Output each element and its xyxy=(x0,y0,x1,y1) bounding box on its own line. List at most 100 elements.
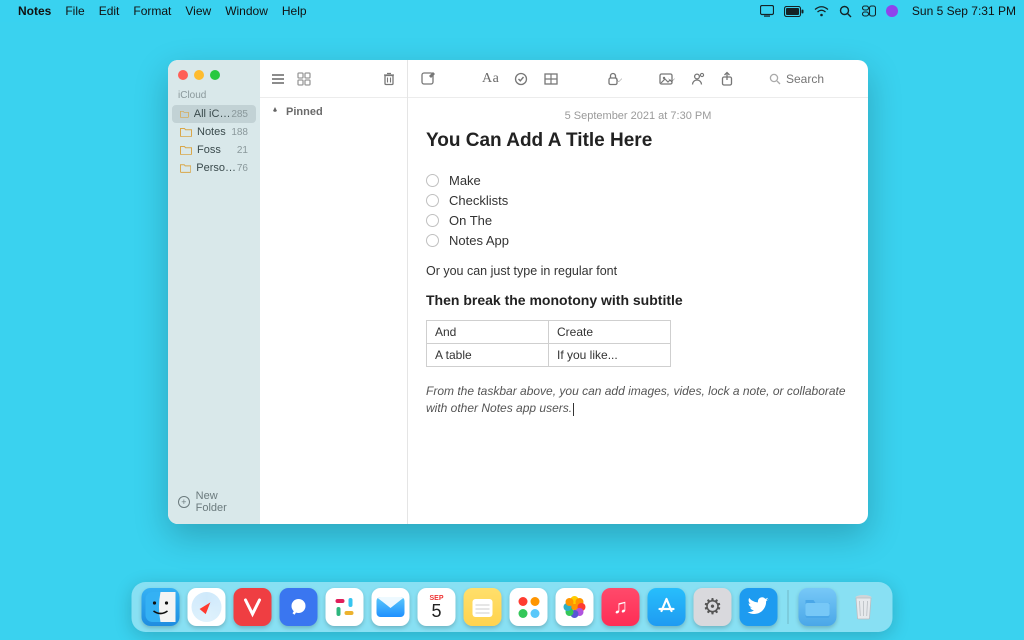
chevron-down-icon: ⌵ xyxy=(615,74,622,85)
checklist-item-text: Notes App xyxy=(449,233,509,248)
dock-trash[interactable] xyxy=(845,588,883,626)
checklist-item[interactable]: Notes App xyxy=(426,230,850,250)
dock-photos[interactable] xyxy=(556,588,594,626)
checklist-circle-icon[interactable] xyxy=(426,214,439,227)
folder-icon xyxy=(180,109,189,119)
dock-notes[interactable] xyxy=(464,588,502,626)
search-icon xyxy=(769,73,781,85)
text-cursor xyxy=(573,403,574,416)
folder-name: Foss xyxy=(197,144,221,156)
dock-twitter[interactable] xyxy=(740,588,778,626)
notes-list-column: Pinned xyxy=(260,60,408,524)
checklist-item[interactable]: Checklists xyxy=(426,190,850,210)
note-timestamp: 5 September 2021 at 7:30 PM xyxy=(426,110,850,122)
folder-count: 188 xyxy=(231,127,248,138)
close-window-button[interactable] xyxy=(178,70,188,80)
minimize-window-button[interactable] xyxy=(194,70,204,80)
table-icon[interactable] xyxy=(543,71,559,87)
dock-calendar[interactable]: SEP5 xyxy=(418,588,456,626)
folder-name: Personal xyxy=(196,162,237,174)
table-row[interactable]: A tableIf you like... xyxy=(427,344,671,367)
table-cell[interactable]: If you like... xyxy=(549,344,671,367)
dock-vivaldi[interactable] xyxy=(234,588,272,626)
dock-settings[interactable]: ⚙ xyxy=(694,588,732,626)
dock-slack[interactable] xyxy=(326,588,364,626)
dock-safari[interactable] xyxy=(188,588,226,626)
menubar: Notes File Edit Format View Window Help … xyxy=(0,0,1024,22)
search-field-wrap[interactable] xyxy=(769,72,856,86)
share-icon[interactable] xyxy=(719,71,735,87)
compose-note-icon[interactable] xyxy=(420,71,436,87)
menu-window[interactable]: Window xyxy=(225,4,268,18)
dock-music[interactable]: ♫ xyxy=(602,588,640,626)
app-status-dot-icon[interactable] xyxy=(886,5,898,17)
folder-icon xyxy=(180,127,192,137)
control-center-icon[interactable] xyxy=(862,5,876,17)
table-cell[interactable]: And xyxy=(427,321,549,344)
table-cell[interactable]: Create xyxy=(549,321,671,344)
menu-file[interactable]: File xyxy=(65,4,84,18)
folder-count: 21 xyxy=(237,145,248,156)
dock-downloads[interactable] xyxy=(799,588,837,626)
note-body-text[interactable]: Or you can just type in regular font xyxy=(426,264,850,278)
editor-toolbar: Aa ⌵ ⌵ xyxy=(408,60,868,98)
new-folder-label: New Folder xyxy=(196,490,250,514)
search-input[interactable] xyxy=(786,72,856,86)
folder-name: All iClou… xyxy=(194,108,232,120)
screen-mirror-icon[interactable] xyxy=(760,5,774,17)
calendar-day: 5 xyxy=(431,602,441,620)
spotlight-icon[interactable] xyxy=(839,5,852,18)
sidebar-section-label: iCloud xyxy=(168,88,260,105)
checklist-icon[interactable] xyxy=(513,71,529,87)
gallery-view-icon[interactable] xyxy=(296,71,312,87)
checklist-circle-icon[interactable] xyxy=(426,234,439,247)
sidebar-folder-2[interactable]: Foss 21 xyxy=(172,141,256,159)
note-title[interactable]: You Can Add A Title Here xyxy=(426,130,850,152)
checklist-circle-icon[interactable] xyxy=(426,194,439,207)
table-row[interactable]: AndCreate xyxy=(427,321,671,344)
dock-mail[interactable] xyxy=(372,588,410,626)
dock-signal[interactable] xyxy=(280,588,318,626)
sidebar-folder-1[interactable]: Notes188 xyxy=(172,123,256,141)
dock: SEP5 ♫ ⚙ xyxy=(132,582,893,632)
fullscreen-window-button[interactable] xyxy=(210,70,220,80)
chevron-down-icon: ⌵ xyxy=(668,74,675,85)
note-checklist[interactable]: MakeChecklistsOn The Notes App xyxy=(426,170,850,250)
note-italic-text[interactable]: From the taskbar above, you can add imag… xyxy=(426,383,850,418)
pinned-label: Pinned xyxy=(286,106,323,118)
menu-help[interactable]: Help xyxy=(282,4,307,18)
folder-icon xyxy=(180,145,192,155)
window-controls xyxy=(168,60,260,88)
collaborate-icon[interactable] xyxy=(689,71,705,87)
format-text-icon[interactable]: Aa xyxy=(482,71,499,87)
note-table[interactable]: AndCreateA tableIf you like... xyxy=(426,320,671,367)
battery-icon[interactable] xyxy=(784,6,804,17)
note-body[interactable]: 5 September 2021 at 7:30 PM You Can Add … xyxy=(408,98,868,524)
menu-view[interactable]: View xyxy=(185,4,211,18)
dock-finder[interactable] xyxy=(142,588,180,626)
checklist-circle-icon[interactable] xyxy=(426,174,439,187)
wifi-icon[interactable] xyxy=(814,6,829,17)
notes-window: iCloud All iClou…285Notes188Foss21Person… xyxy=(168,60,868,524)
new-folder-button[interactable]: + New Folder xyxy=(168,482,260,524)
sidebar-folder-0[interactable]: All iClou…285 xyxy=(172,105,256,123)
checklist-item[interactable]: On The xyxy=(426,210,850,230)
checklist-item[interactable]: Make xyxy=(426,170,850,190)
sidebar-folder-3[interactable]: Personal76 xyxy=(172,159,256,177)
dock-appstore[interactable] xyxy=(648,588,686,626)
menu-edit[interactable]: Edit xyxy=(99,4,120,18)
lock-note-button[interactable]: ⌵ xyxy=(605,71,622,87)
folder-icon xyxy=(180,163,191,173)
insert-media-button[interactable]: ⌵ xyxy=(658,71,675,87)
sidebar: iCloud All iClou…285Notes188Foss21Person… xyxy=(168,60,260,524)
menubar-clock[interactable]: Sun 5 Sep 7:31 PM xyxy=(912,4,1016,18)
menu-format[interactable]: Format xyxy=(133,4,171,18)
folder-count: 76 xyxy=(237,163,248,174)
delete-note-icon[interactable] xyxy=(381,71,397,87)
app-menu[interactable]: Notes xyxy=(18,4,51,18)
list-view-icon[interactable] xyxy=(270,71,286,87)
status-icons: Sun 5 Sep 7:31 PM xyxy=(760,4,1016,18)
note-subtitle[interactable]: Then break the monotony with subtitle xyxy=(426,292,850,308)
dock-reminders[interactable] xyxy=(510,588,548,626)
table-cell[interactable]: A table xyxy=(427,344,549,367)
